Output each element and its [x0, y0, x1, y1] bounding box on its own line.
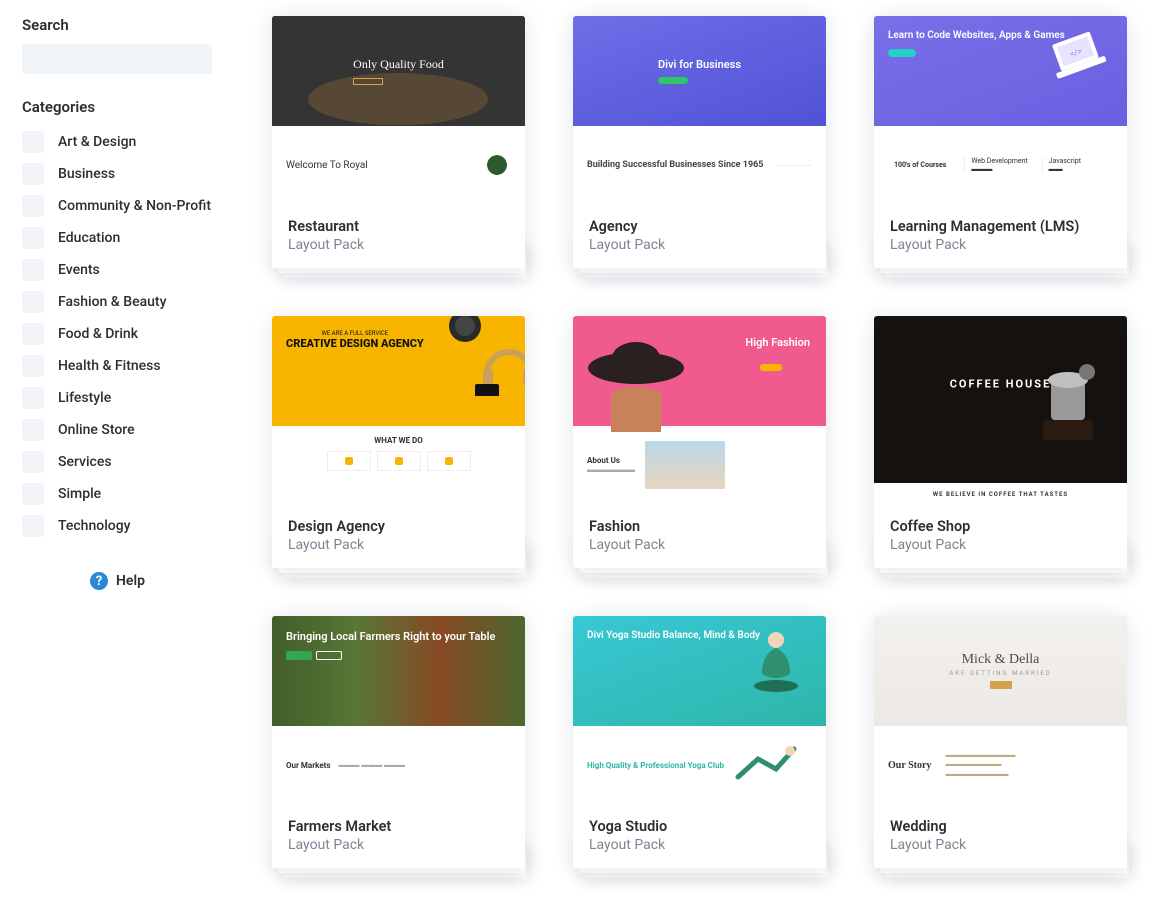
search-input[interactable] [22, 44, 212, 74]
layout-card[interactable]: Learn to Code Websites, Apps & Games </>… [874, 16, 1127, 268]
layout-card[interactable]: Divi Yoga Studio Balance, Mind & Body Hi… [573, 616, 826, 868]
layout-thumbnail: COFFEE HOUSE WE BELIEVE IN COFFEE THAT T… [874, 316, 1127, 505]
category-item[interactable]: Business [22, 158, 232, 190]
card-subtitle: Layout Pack [589, 837, 810, 853]
category-item[interactable]: Food & Drink [22, 318, 232, 350]
checkbox-icon[interactable] [22, 291, 44, 313]
card-title: Restaurant [288, 218, 509, 235]
category-item[interactable]: Art & Design [22, 126, 232, 158]
layout-thumbnail: High Fashion About Us▬▬▬▬▬▬ [573, 316, 826, 505]
layout-card[interactable]: WE ARE A FULL SERVICE CREATIVE DESIGN AG… [272, 316, 525, 568]
card-title: Agency [589, 218, 810, 235]
checkbox-icon[interactable] [22, 323, 44, 345]
card-subtitle: Layout Pack [890, 537, 1111, 553]
category-label: Lifestyle [58, 390, 111, 406]
card-title: Learning Management (LMS) [890, 218, 1111, 235]
layout-thumbnail: WE ARE A FULL SERVICE CREATIVE DESIGN AG… [272, 316, 525, 505]
category-item[interactable]: Education [22, 222, 232, 254]
category-label: Services [58, 454, 112, 470]
layout-card[interactable]: COFFEE HOUSE WE BELIEVE IN COFFEE THAT T… [874, 316, 1127, 568]
checkbox-icon[interactable] [22, 355, 44, 377]
category-list: Art & Design Business Community & Non-Pr… [22, 126, 232, 542]
layout-thumbnail: Divi Yoga Studio Balance, Mind & Body Hi… [573, 616, 826, 805]
card-title: Fashion [589, 518, 810, 535]
card-subtitle: Layout Pack [288, 537, 509, 553]
model-icon [581, 332, 691, 432]
layout-thumbnail: Mick & Della ARE GETTING MARRIED Our Sto… [874, 616, 1127, 805]
layout-card[interactable]: Mick & Della ARE GETTING MARRIED Our Sto… [874, 616, 1127, 868]
checkbox-icon[interactable] [22, 419, 44, 441]
category-item[interactable]: Services [22, 446, 232, 478]
checkbox-icon[interactable] [22, 451, 44, 473]
category-label: Community & Non-Profit [58, 198, 211, 214]
card-title: Coffee Shop [890, 518, 1111, 535]
checkbox-icon[interactable] [22, 259, 44, 281]
category-item[interactable]: Health & Fitness [22, 350, 232, 382]
layout-thumbnail: Only Quality Food Welcome To Royal [272, 16, 525, 205]
grinder-icon [1023, 336, 1103, 446]
layout-thumbnail: Learn to Code Websites, Apps & Games </>… [874, 16, 1127, 205]
category-item[interactable]: Fashion & Beauty [22, 286, 232, 318]
category-item[interactable]: Lifestyle [22, 382, 232, 414]
category-label: Art & Design [58, 134, 136, 150]
checkbox-icon[interactable] [22, 483, 44, 505]
card-title: Farmers Market [288, 818, 509, 835]
checkbox-icon[interactable] [22, 515, 44, 537]
laptop-icon: </> [1045, 30, 1115, 80]
sidebar: Search Categories Art & Design Business … [22, 16, 232, 868]
category-label: Health & Fitness [58, 358, 161, 374]
category-label: Food & Drink [58, 326, 138, 342]
category-item[interactable]: Technology [22, 510, 232, 542]
layout-card[interactable]: High Fashion About Us▬▬▬▬▬▬ Fashion Layo… [573, 316, 826, 568]
category-item[interactable]: Online Store [22, 414, 232, 446]
category-label: Fashion & Beauty [58, 294, 166, 310]
card-title: Yoga Studio [589, 818, 810, 835]
layout-thumbnail: Divi for Business Building Successful Bu… [573, 16, 826, 205]
category-label: Online Store [58, 422, 135, 438]
category-label: Simple [58, 486, 101, 502]
card-subtitle: Layout Pack [589, 237, 810, 253]
checkbox-icon[interactable] [22, 163, 44, 185]
card-title: Wedding [890, 818, 1111, 835]
yoga-pose-icon [732, 743, 802, 787]
categories-label: Categories [22, 98, 232, 116]
card-subtitle: Layout Pack [890, 237, 1111, 253]
layout-thumbnail: Bringing Local Farmers Right to your Tab… [272, 616, 525, 805]
card-subtitle: Layout Pack [890, 837, 1111, 853]
headphones-icon [445, 316, 525, 396]
card-title: Design Agency [288, 518, 509, 535]
help-label: Help [116, 573, 145, 589]
category-label: Education [58, 230, 120, 246]
checkbox-icon[interactable] [22, 227, 44, 249]
help-link[interactable]: ? Help [22, 572, 232, 590]
search-label: Search [22, 16, 232, 34]
layout-card[interactable]: Only Quality Food Welcome To Royal Resta… [272, 16, 525, 268]
card-subtitle: Layout Pack [288, 237, 509, 253]
card-subtitle: Layout Pack [288, 837, 509, 853]
layout-card[interactable]: Bringing Local Farmers Right to your Tab… [272, 616, 525, 868]
category-label: Events [58, 262, 100, 278]
card-subtitle: Layout Pack [589, 537, 810, 553]
category-item[interactable]: Community & Non-Profit [22, 190, 232, 222]
layout-card[interactable]: Divi for Business Building Successful Bu… [573, 16, 826, 268]
checkbox-icon[interactable] [22, 387, 44, 409]
checkbox-icon[interactable] [22, 195, 44, 217]
checkbox-icon[interactable] [22, 131, 44, 153]
category-label: Technology [58, 518, 131, 534]
yoga-icon [746, 628, 806, 698]
help-icon: ? [90, 572, 108, 590]
category-item[interactable]: Simple [22, 478, 232, 510]
category-item[interactable]: Events [22, 254, 232, 286]
layout-grid: Only Quality Food Welcome To Royal Resta… [272, 16, 1133, 868]
category-label: Business [58, 166, 115, 182]
